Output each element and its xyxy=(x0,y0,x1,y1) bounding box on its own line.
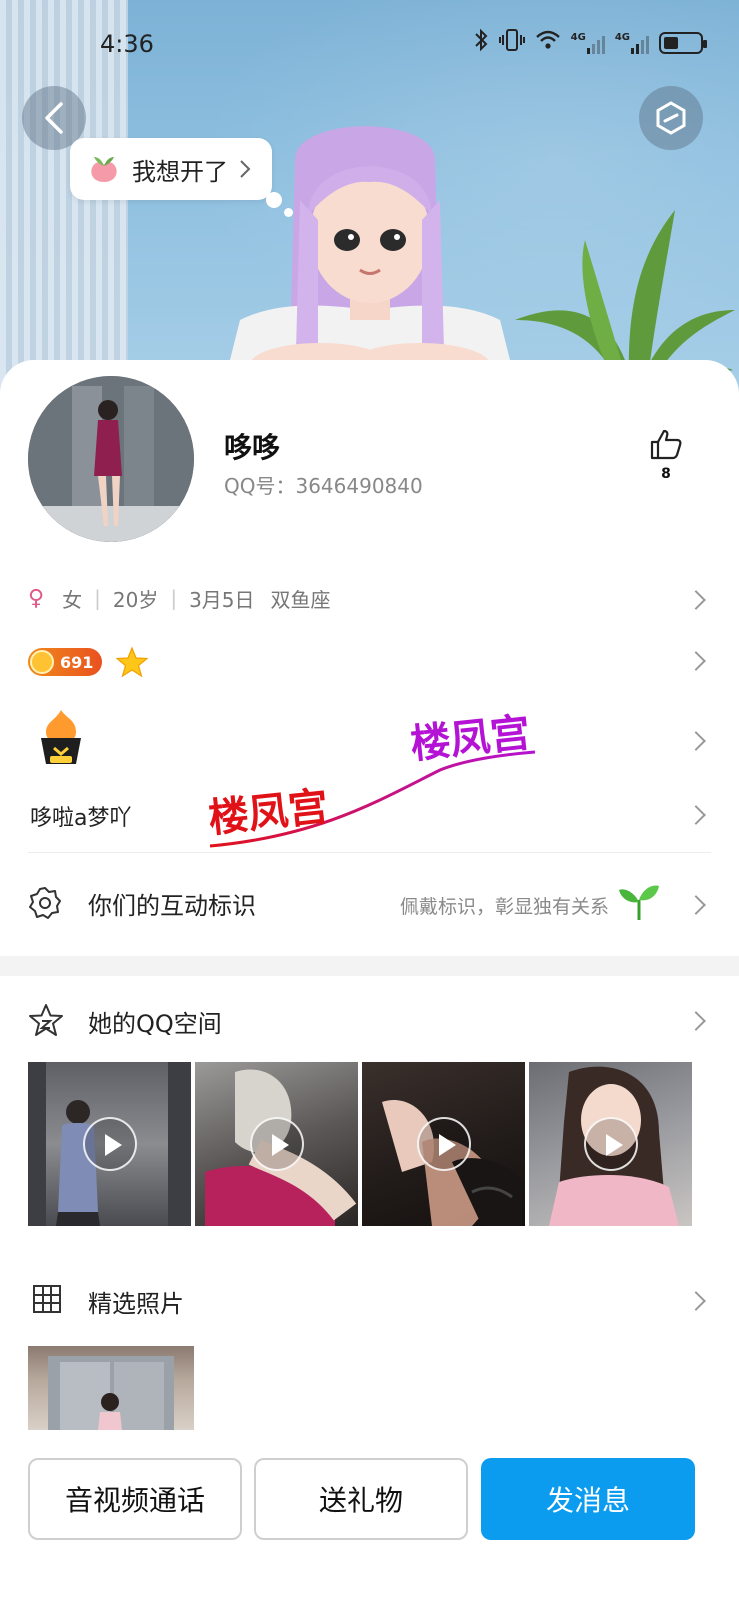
profile-banner: 4:36 4G 4G 我想开了 xyxy=(0,0,739,400)
star-icon xyxy=(116,646,148,678)
chevron-right-icon xyxy=(240,160,251,178)
zplan-hexagon-button[interactable] xyxy=(639,86,703,150)
wifi-icon xyxy=(535,29,561,56)
zodiac-text: 双鱼座 xyxy=(270,587,331,612)
send-gift-button[interactable]: 送礼物 xyxy=(254,1458,468,1540)
video-thumbnail[interactable] xyxy=(529,1062,692,1226)
status-time: 4:36 xyxy=(100,30,154,58)
signal-4g-icon: 4G xyxy=(571,32,605,54)
chevron-right-icon xyxy=(686,651,706,671)
sprout-icon xyxy=(619,885,659,920)
signal-4g-icon-2: 4G xyxy=(615,32,649,54)
section-separator xyxy=(0,956,739,976)
bottom-action-bar: 音视频通话 送礼物 发消息 xyxy=(0,1440,739,1600)
selected-photos-row[interactable]: 精选照片 xyxy=(0,1276,739,1326)
status-bar: 4:36 4G 4G xyxy=(0,0,739,90)
birthday-text: 3月5日 xyxy=(189,587,255,612)
voice-video-call-button[interactable]: 音视频通话 xyxy=(28,1458,242,1540)
interaction-marker-hint: 佩戴标识，彰显独有关系 xyxy=(399,896,609,918)
vibrate-icon xyxy=(498,28,525,57)
qzone-star-icon xyxy=(29,1004,63,1036)
gear-badge-icon xyxy=(29,887,61,919)
age-text: 20岁 xyxy=(112,587,159,612)
video-thumbnail[interactable] xyxy=(362,1062,525,1226)
signature-text: 哆啦a梦吖 xyxy=(30,806,132,831)
chevron-right-icon xyxy=(686,1291,706,1311)
play-icon xyxy=(83,1117,137,1171)
qq-level-row[interactable] xyxy=(0,636,739,686)
female-icon: ♀ xyxy=(28,585,45,611)
qzone-title: 她的QQ空间 xyxy=(88,1010,222,1038)
interaction-marker-row[interactable]: 你们的互动标识 佩戴标识，彰显独有关系 xyxy=(0,872,739,936)
peach-icon xyxy=(91,157,117,182)
hexagon-icon xyxy=(656,101,686,135)
sun-coin-icon xyxy=(30,650,54,674)
interaction-marker-label: 你们的互动标识 xyxy=(88,892,256,920)
avatar[interactable] xyxy=(28,376,194,542)
photo-thumbnail[interactable] xyxy=(28,1346,194,1430)
video-thumbnail[interactable] xyxy=(195,1062,358,1226)
chevron-right-icon xyxy=(686,805,706,825)
play-icon xyxy=(417,1117,471,1171)
qzone-row[interactable]: 她的QQ空间 xyxy=(0,996,739,1046)
divider xyxy=(28,852,711,853)
battery-icon xyxy=(659,31,707,54)
like-button[interactable]: 8 xyxy=(646,428,686,482)
video-thumbnail[interactable] xyxy=(28,1062,191,1226)
like-count: 8 xyxy=(661,466,671,482)
basic-info-row[interactable]: ♀ 女 | 20岁 | 3月5日 双鱼座 xyxy=(0,578,739,618)
profile-nickname: 哆哆 xyxy=(224,431,281,464)
fire-level-badge-icon xyxy=(41,710,81,764)
avatar-photo xyxy=(28,376,194,542)
chevron-right-icon xyxy=(686,731,706,751)
chevron-left-icon xyxy=(45,102,63,134)
gender-text: 女 xyxy=(62,587,83,612)
qq-level-value: 691 xyxy=(60,652,94,672)
play-icon xyxy=(584,1117,638,1171)
send-message-button[interactable]: 发消息 xyxy=(481,1458,695,1540)
selected-photos-title: 精选照片 xyxy=(88,1290,184,1318)
qq-number-label: QQ号： xyxy=(224,474,296,498)
play-icon xyxy=(250,1117,304,1171)
qzone-video-list xyxy=(28,1062,692,1226)
mood-bubble-text: 我想开了 xyxy=(132,157,228,186)
bluetooth-icon xyxy=(473,28,489,57)
qq-number-line[interactable]: QQ号：3646490840 xyxy=(224,470,423,499)
grid-icon xyxy=(33,1285,61,1313)
qq-number: 3646490840 xyxy=(295,474,423,498)
thumbs-up-icon xyxy=(650,429,682,460)
chevron-right-icon xyxy=(686,895,706,915)
chevron-right-icon xyxy=(686,1011,706,1031)
qq-level-badge: 691 xyxy=(28,648,102,676)
chevron-right-icon xyxy=(686,590,706,610)
mood-bubble[interactable]: 我想开了 xyxy=(70,138,272,200)
